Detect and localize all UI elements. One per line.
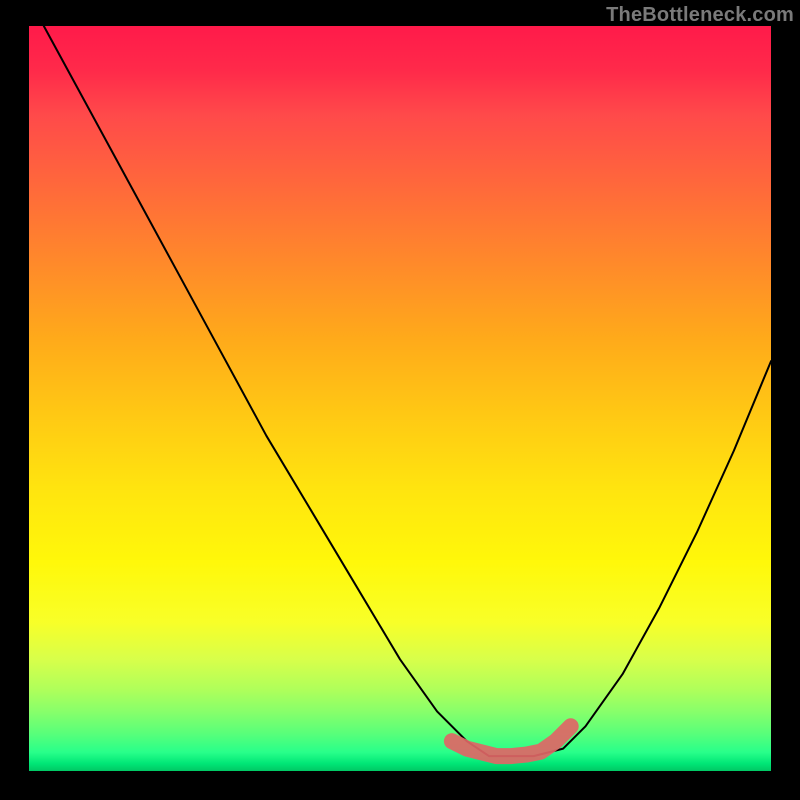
- chart-canvas: TheBottleneck.com: [0, 0, 800, 800]
- bottleneck-curve: [44, 26, 771, 756]
- watermark-label: TheBottleneck.com: [606, 4, 794, 27]
- optimum-marker: [452, 726, 571, 756]
- chart-overlay: [29, 26, 771, 771]
- plot-area: [29, 26, 771, 771]
